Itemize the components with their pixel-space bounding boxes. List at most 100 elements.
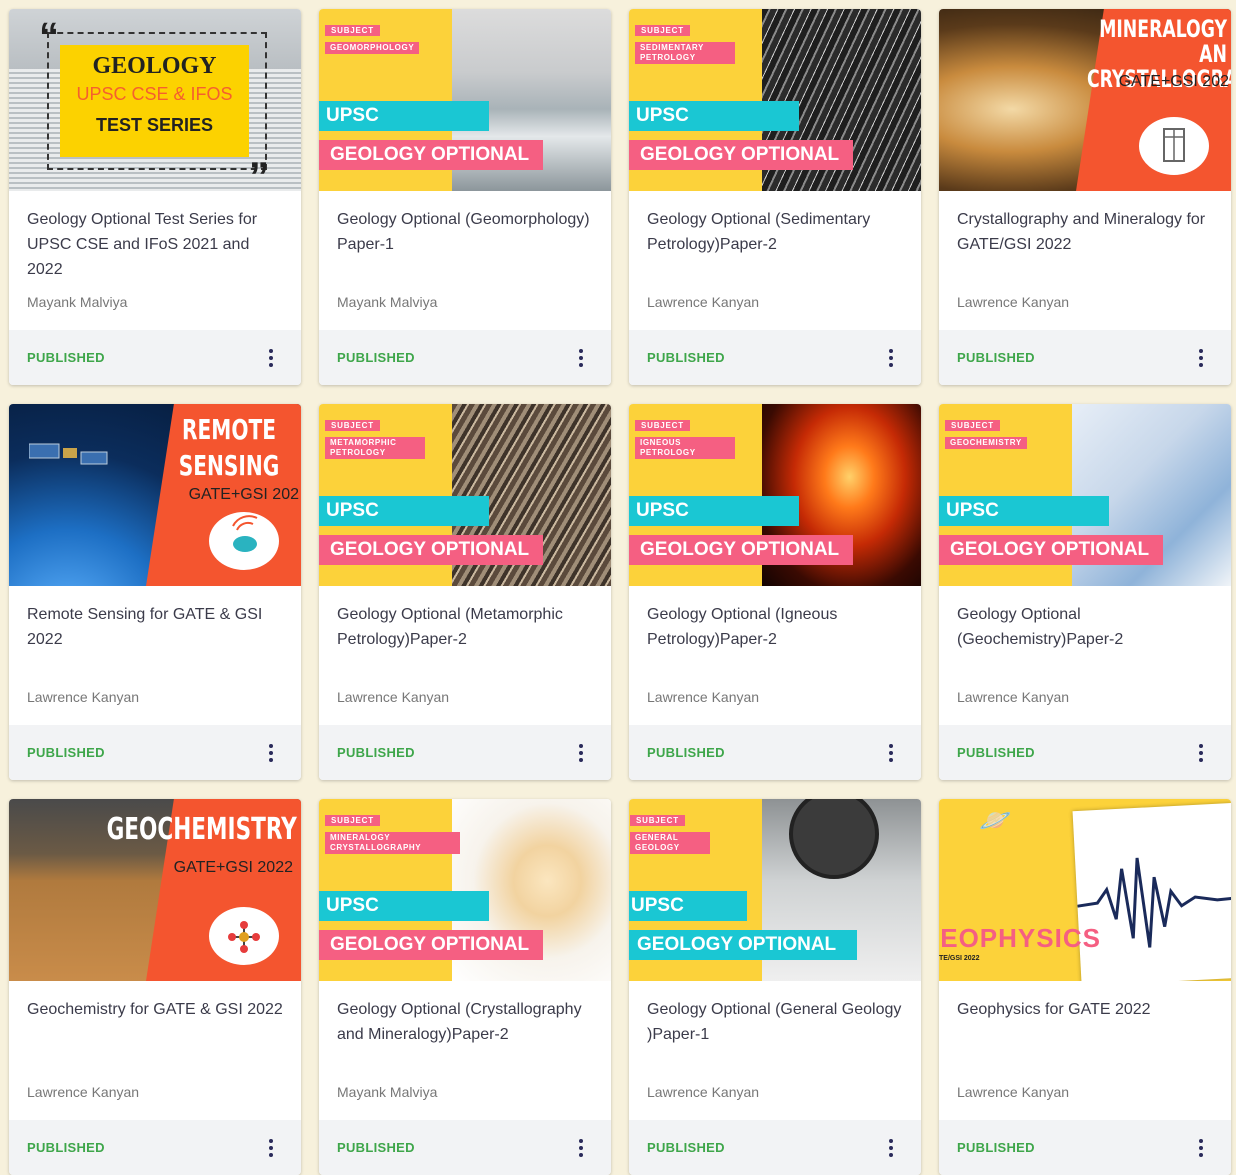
status-badge: PUBLISHED bbox=[27, 745, 105, 760]
course-author: Lawrence Kanyan bbox=[647, 294, 760, 310]
thumb-heading: REMOTE SENSING bbox=[178, 413, 280, 482]
topic-tag: GEOMORPHOLOGY bbox=[325, 42, 420, 54]
card-footer: PUBLISHED bbox=[629, 1120, 921, 1175]
status-badge: PUBLISHED bbox=[337, 350, 415, 365]
course-author: Lawrence Kanyan bbox=[957, 1084, 1070, 1100]
thumb-subheading: GATE+GSI 202 bbox=[1118, 73, 1229, 90]
thumb-line-2: UPSC CSE & IFOS bbox=[76, 84, 233, 104]
subject-tag: SUBJECT bbox=[945, 420, 1000, 431]
card-body: Geology Optional (Igneous Petrology)Pape… bbox=[629, 586, 921, 725]
more-vert-icon[interactable] bbox=[1189, 741, 1213, 765]
course-card[interactable]: SUBJECT SEDIMENTARY PETROLOGY UPSC GEOLO… bbox=[629, 9, 921, 385]
course-title[interactable]: Geology Optional (General Geology )Paper… bbox=[647, 997, 903, 1047]
thumb-subheading: GATE+GSI 202 bbox=[188, 486, 299, 503]
course-thumbnail[interactable]: MINERALOGY AN CRYSTALLOGRAPH GATE+GSI 20… bbox=[939, 9, 1231, 191]
course-thumbnail[interactable]: GEOCHEMISTRY GATE+GSI 2022 bbox=[9, 799, 301, 981]
topic-tag: MINERALOGY CRYSTALLOGRAPHY bbox=[325, 832, 460, 854]
course-thumbnail[interactable]: 🪐 GEOPHYSICS TE/GSI 2022 bbox=[939, 799, 1231, 981]
course-card[interactable]: SUBJECT GEOMORPHOLOGY UPSC GEOLOGY OPTIO… bbox=[319, 9, 611, 385]
thumb-line-1: GEOLOGY bbox=[92, 53, 217, 79]
course-thumbnail[interactable]: SUBJECT GENERAL GEOLOGY UPSC GEOLOGY OPT… bbox=[629, 799, 921, 981]
more-vert-icon[interactable] bbox=[259, 1136, 283, 1160]
title-box: GEOLOGY UPSC CSE & IFOS TEST SERIES bbox=[60, 45, 249, 157]
course-title[interactable]: Geology Optional (Igneous Petrology)Pape… bbox=[647, 602, 903, 652]
card-body: Geology Optional (Crystallography and Mi… bbox=[319, 981, 611, 1120]
card-body: Geophysics for GATE 2022 Lawrence Kanyan bbox=[939, 981, 1231, 1120]
course-thumbnail[interactable]: REMOTE SENSING GATE+GSI 202 bbox=[9, 404, 301, 586]
course-thumbnail[interactable]: SUBJECT MINERALOGY CRYSTALLOGRAPHY UPSC … bbox=[319, 799, 611, 981]
course-title[interactable]: Remote Sensing for GATE & GSI 2022 bbox=[27, 602, 283, 652]
status-badge: PUBLISHED bbox=[337, 1140, 415, 1155]
course-author: Lawrence Kanyan bbox=[27, 689, 140, 705]
quote-open-icon: “ bbox=[39, 15, 59, 59]
more-vert-icon[interactable] bbox=[259, 346, 283, 370]
card-footer: PUBLISHED bbox=[629, 330, 921, 385]
more-vert-icon[interactable] bbox=[569, 346, 593, 370]
more-vert-icon[interactable] bbox=[879, 1136, 903, 1160]
subject-tag: SUBJECT bbox=[635, 420, 690, 431]
geology-optional-banner: GEOLOGY OPTIONAL bbox=[629, 930, 857, 960]
card-body: Geochemistry for GATE & GSI 2022 Lawrenc… bbox=[9, 981, 301, 1120]
course-title[interactable]: Geology Optional (Geomorphology) Paper-1 bbox=[337, 207, 593, 257]
course-title[interactable]: Geophysics for GATE 2022 bbox=[957, 997, 1213, 1022]
course-author: Mayank Malviya bbox=[337, 1084, 438, 1100]
card-footer: PUBLISHED bbox=[939, 1120, 1231, 1175]
course-card[interactable]: 🪐 GEOPHYSICS TE/GSI 2022 Geophysics for … bbox=[939, 799, 1231, 1175]
card-footer: PUBLISHED bbox=[939, 330, 1231, 385]
course-card[interactable]: SUBJECT METAMORPHIC PETROLOGY UPSC GEOLO… bbox=[319, 404, 611, 780]
course-card[interactable]: SUBJECT GENERAL GEOLOGY UPSC GEOLOGY OPT… bbox=[629, 799, 921, 1175]
more-vert-icon[interactable] bbox=[879, 741, 903, 765]
thumb-heading: GEOCHEMISTRY bbox=[106, 812, 297, 847]
course-thumbnail[interactable]: SUBJECT GEOMORPHOLOGY UPSC GEOLOGY OPTIO… bbox=[319, 9, 611, 191]
topic-tag: GEOCHEMISTRY bbox=[945, 437, 1027, 449]
upsc-banner: UPSC bbox=[319, 496, 489, 526]
topic-tag: SEDIMENTARY PETROLOGY bbox=[635, 42, 735, 64]
topic-tag: IGNEOUS PETROLOGY bbox=[635, 437, 735, 459]
course-thumbnail[interactable]: GEOLOGY UPSC CSE & IFOS TEST SERIES “ ” bbox=[9, 9, 301, 191]
course-card[interactable]: REMOTE SENSING GATE+GSI 202 Remote Sensi… bbox=[9, 404, 301, 780]
course-thumbnail[interactable]: SUBJECT METAMORPHIC PETROLOGY UPSC GEOLO… bbox=[319, 404, 611, 586]
course-title[interactable]: Geology Optional (Crystallography and Mi… bbox=[337, 997, 593, 1047]
course-title[interactable]: Geochemistry for GATE & GSI 2022 bbox=[27, 997, 283, 1022]
course-title[interactable]: Geology Optional Test Series for UPSC CS… bbox=[27, 207, 283, 282]
status-badge: PUBLISHED bbox=[647, 1140, 725, 1155]
course-title[interactable]: Geology Optional (Metamorphic Petrology)… bbox=[337, 602, 593, 652]
course-title[interactable]: Geology Optional (Geochemistry)Paper-2 bbox=[957, 602, 1213, 652]
course-author: Lawrence Kanyan bbox=[337, 689, 450, 705]
card-footer: PUBLISHED bbox=[9, 1120, 301, 1175]
course-card[interactable]: MINERALOGY AN CRYSTALLOGRAPH GATE+GSI 20… bbox=[939, 9, 1231, 385]
card-body: Geology Optional (General Geology )Paper… bbox=[629, 981, 921, 1120]
course-thumbnail[interactable]: SUBJECT IGNEOUS PETROLOGY UPSC GEOLOGY O… bbox=[629, 404, 921, 586]
thumb-subheading: TE/GSI 2022 bbox=[939, 955, 980, 962]
course-card[interactable]: SUBJECT IGNEOUS PETROLOGY UPSC GEOLOGY O… bbox=[629, 404, 921, 780]
course-title[interactable]: Geology Optional (Sedimentary Petrology)… bbox=[647, 207, 903, 257]
molecule-icon bbox=[209, 907, 279, 965]
more-vert-icon[interactable] bbox=[879, 346, 903, 370]
course-title[interactable]: Crystallography and Mineralogy for GATE/… bbox=[957, 207, 1213, 257]
card-body: Geology Optional (Sedimentary Petrology)… bbox=[629, 191, 921, 330]
course-thumbnail[interactable]: SUBJECT SEDIMENTARY PETROLOGY UPSC GEOLO… bbox=[629, 9, 921, 191]
crystal-icon bbox=[1139, 117, 1209, 175]
course-author: Lawrence Kanyan bbox=[957, 689, 1070, 705]
geology-optional-banner: GEOLOGY OPTIONAL bbox=[629, 535, 853, 565]
more-vert-icon[interactable] bbox=[1189, 1136, 1213, 1160]
upsc-banner: UPSC bbox=[629, 496, 799, 526]
course-card[interactable]: SUBJECT MINERALOGY CRYSTALLOGRAPHY UPSC … bbox=[319, 799, 611, 1175]
more-vert-icon[interactable] bbox=[1189, 346, 1213, 370]
satellite-icon bbox=[28, 434, 109, 484]
card-footer: PUBLISHED bbox=[9, 330, 301, 385]
antenna-icon bbox=[209, 512, 279, 570]
card-body: Geology Optional (Metamorphic Petrology)… bbox=[319, 586, 611, 725]
course-card[interactable]: SUBJECT GEOCHEMISTRY UPSC GEOLOGY OPTION… bbox=[939, 404, 1231, 780]
topic-tag: GENERAL GEOLOGY bbox=[630, 832, 710, 854]
course-thumbnail[interactable]: SUBJECT GEOCHEMISTRY UPSC GEOLOGY OPTION… bbox=[939, 404, 1231, 586]
course-card[interactable]: GEOCHEMISTRY GATE+GSI 2022 Geochemistry … bbox=[9, 799, 301, 1175]
quote-close-icon: ” bbox=[249, 155, 269, 191]
more-vert-icon[interactable] bbox=[569, 741, 593, 765]
card-footer: PUBLISHED bbox=[319, 330, 611, 385]
more-vert-icon[interactable] bbox=[259, 741, 283, 765]
more-vert-icon[interactable] bbox=[569, 1136, 593, 1160]
course-card[interactable]: GEOLOGY UPSC CSE & IFOS TEST SERIES “ ” … bbox=[9, 9, 301, 385]
course-author: Lawrence Kanyan bbox=[27, 1084, 140, 1100]
geology-optional-banner: GEOLOGY OPTIONAL bbox=[319, 930, 543, 960]
